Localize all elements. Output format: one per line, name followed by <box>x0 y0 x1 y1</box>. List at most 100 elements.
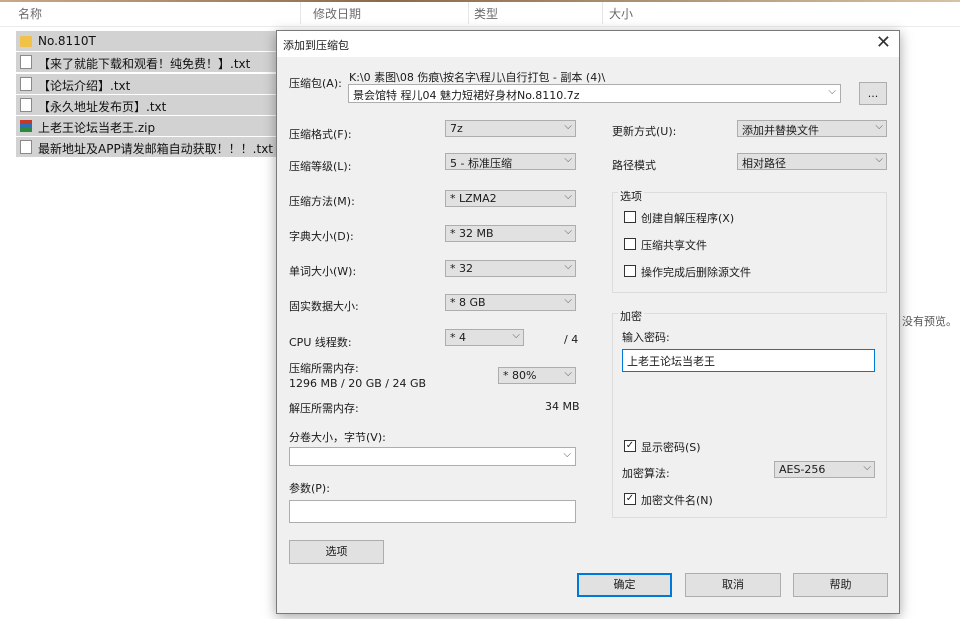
shared-files-label: 压缩共享文件 <box>641 239 707 252</box>
file-row[interactable]: 上老王论坛当老王.zip <box>16 116 286 137</box>
decompress-memory-value: 34 MB <box>545 400 580 413</box>
browse-button[interactable]: ... <box>859 82 887 105</box>
archive-path: K:\0 素图\08 伤痕\按名字\程儿\自行打包 - 副本 (4)\ <box>349 71 606 84</box>
check-icon: ✓ <box>625 440 635 451</box>
format-select[interactable]: 7z ⌵ <box>445 120 576 137</box>
chevron-down-icon: ⌵ <box>564 154 572 165</box>
file-list-header: 名称 修改日期 类型 大小 <box>0 0 960 27</box>
text-file-icon <box>20 76 32 91</box>
check-icon: ✓ <box>625 493 635 504</box>
update-mode-label: 更新方式(U): <box>612 125 677 138</box>
text-file-icon <box>20 140 32 155</box>
chevron-down-icon: ⌵ <box>564 121 572 132</box>
delete-after-label: 操作完成后删除源文件 <box>641 266 751 279</box>
chevron-down-icon[interactable]: ⌵ <box>828 86 836 97</box>
ok-button[interactable]: 确定 <box>577 573 672 597</box>
update-mode-value: 添加并替换文件 <box>742 124 819 137</box>
archive-name-value: 景会馆特 程儿04 魅力短裙好身材No.8110.7z <box>353 89 580 102</box>
encrypt-names-checkbox[interactable]: ✓ <box>624 493 636 505</box>
word-size-select[interactable]: * 32 ⌵ <box>445 260 576 277</box>
show-password-checkbox[interactable]: ✓ <box>624 440 636 452</box>
cpu-threads-select[interactable]: * 4 ⌵ <box>445 329 524 346</box>
password-input[interactable]: 上老王论坛当老王 <box>622 349 875 372</box>
chevron-down-icon[interactable]: ⌵ <box>563 449 571 460</box>
chevron-down-icon: ⌵ <box>564 191 572 202</box>
path-mode-value: 相对路径 <box>742 157 786 170</box>
options-button[interactable]: 选项 <box>289 540 384 564</box>
encryption-method-select[interactable]: AES-256 ⌵ <box>774 461 875 478</box>
format-value: 7z <box>450 122 463 135</box>
file-name: 【来了就能下载和观看！纯免费！】.txt <box>38 57 251 72</box>
memory-detail: 1296 MB / 20 GB / 24 GB <box>289 377 427 390</box>
dict-size-label: 字典大小(D): <box>289 230 354 243</box>
column-size[interactable]: 大小 <box>609 5 633 22</box>
column-modified[interactable]: 修改日期 <box>313 5 361 22</box>
dialog-title: 添加到压缩包 <box>283 39 349 52</box>
file-row[interactable]: 最新地址及APP请发邮箱自动获取！！！.txt <box>16 137 286 158</box>
solid-size-value: * 8 GB <box>450 296 486 309</box>
level-select[interactable]: 5 - 标准压缩 ⌵ <box>445 153 576 170</box>
cpu-threads-value: * 4 <box>450 331 466 344</box>
add-to-archive-dialog: 添加到压缩包 ✕ 压缩包(A): K:\0 素图\08 伤痕\按名字\程儿\自行… <box>276 30 900 614</box>
file-row[interactable]: No.8110T <box>16 31 286 51</box>
chevron-down-icon: ⌵ <box>564 226 572 237</box>
archive-name-combo[interactable]: 景会馆特 程儿04 魅力短裙好身材No.8110.7z ⌵ <box>348 84 841 103</box>
encrypt-names-label: 加密文件名(N) <box>641 494 713 507</box>
column-name[interactable]: 名称 <box>18 5 42 22</box>
close-icon[interactable]: ✕ <box>876 32 891 53</box>
text-file-icon <box>20 55 32 70</box>
password-value: 上老王论坛当老王 <box>627 355 715 368</box>
chevron-down-icon: ⌵ <box>863 462 871 473</box>
text-file-icon <box>20 97 32 112</box>
cancel-button[interactable]: 取消 <box>685 573 781 597</box>
options-group-title: 选项 <box>618 188 644 204</box>
file-row[interactable]: 【来了就能下载和观看！纯免费！】.txt <box>16 52 286 73</box>
split-size-label: 分卷大小，字节(V): <box>289 431 386 444</box>
word-size-label: 单词大小(W): <box>289 265 357 278</box>
level-label: 压缩等级(L): <box>289 160 352 173</box>
path-mode-label: 路径模式 <box>612 159 656 172</box>
memory-usage-select[interactable]: * 80% ⌵ <box>498 367 576 384</box>
format-label: 压缩格式(F): <box>289 128 352 141</box>
help-button[interactable]: 帮助 <box>793 573 888 597</box>
params-input[interactable] <box>289 500 576 523</box>
file-name: 上老王论坛当老王.zip <box>38 121 156 136</box>
column-divider[interactable] <box>468 2 469 24</box>
file-name: 【永久地址发布页】.txt <box>38 99 167 114</box>
folder-icon <box>20 36 32 47</box>
column-divider[interactable] <box>300 2 301 24</box>
archive-icon <box>20 120 32 133</box>
update-mode-select[interactable]: 添加并替换文件 ⌵ <box>737 120 887 137</box>
file-row[interactable]: 【论坛介绍】.txt <box>16 73 286 94</box>
method-value: * LZMA2 <box>450 192 497 205</box>
word-size-value: * 32 <box>450 262 473 275</box>
chevron-down-icon: ⌵ <box>564 261 572 272</box>
params-label: 参数(P): <box>289 482 330 495</box>
memory-label: 压缩所需内存: <box>289 362 359 375</box>
dict-size-value: * 32 MB <box>450 227 494 240</box>
chevron-down-icon: ⌵ <box>564 368 572 379</box>
file-row[interactable]: 【永久地址发布页】.txt <box>16 94 286 115</box>
password-label: 输入密码: <box>622 331 670 344</box>
column-divider[interactable] <box>602 2 603 24</box>
sfx-checkbox[interactable] <box>624 211 636 223</box>
file-name: No.8110T <box>38 34 96 48</box>
decompress-memory-label: 解压所需内存: <box>289 402 359 415</box>
chevron-down-icon: ⌵ <box>512 330 520 341</box>
shared-files-checkbox[interactable] <box>624 238 636 250</box>
encryption-method-label: 加密算法: <box>622 467 670 480</box>
chevron-down-icon: ⌵ <box>875 121 883 132</box>
column-type[interactable]: 类型 <box>474 5 498 22</box>
delete-after-checkbox[interactable] <box>624 265 636 277</box>
split-size-combo[interactable]: ⌵ <box>289 447 576 466</box>
level-value: 5 - 标准压缩 <box>450 157 512 170</box>
cpu-threads-total: / 4 <box>564 333 579 346</box>
encryption-group-title: 加密 <box>618 308 644 324</box>
dict-size-select[interactable]: * 32 MB ⌵ <box>445 225 576 242</box>
path-mode-select[interactable]: 相对路径 ⌵ <box>737 153 887 170</box>
preview-pane-text: 没有预览。 <box>902 315 957 328</box>
solid-size-select[interactable]: * 8 GB ⌵ <box>445 294 576 311</box>
encryption-method-value: AES-256 <box>779 463 826 476</box>
method-select[interactable]: * LZMA2 ⌵ <box>445 190 576 207</box>
archive-label: 压缩包(A): <box>289 77 342 90</box>
